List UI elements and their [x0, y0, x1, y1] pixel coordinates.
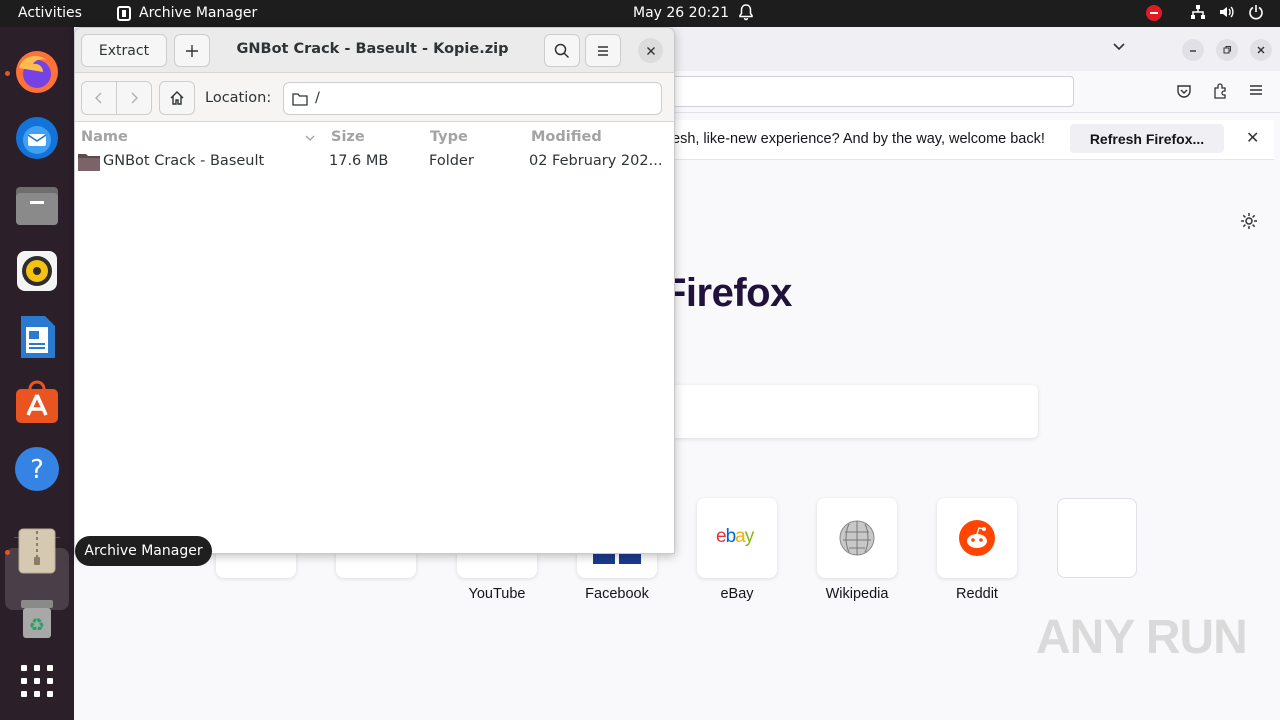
dock-archive-manager-icon[interactable]	[13, 527, 61, 575]
column-header-type[interactable]: Type	[430, 129, 468, 145]
column-header-size[interactable]: Size	[331, 129, 365, 145]
svg-text:?: ?	[30, 455, 44, 485]
row-name: GNBot Crack - Baseult	[103, 153, 265, 169]
ebay-logo: ebay	[716, 526, 754, 547]
svg-text:♻: ♻	[29, 615, 45, 636]
forward-button[interactable]	[116, 81, 152, 115]
search-box[interactable]	[654, 385, 1038, 438]
window-title: GNBot Crack - Baseult - Kopie.zip	[236, 41, 509, 57]
archive-manager-window: Extract GNBot Crack - Baseult - Kopie.zi…	[74, 27, 675, 554]
location-field[interactable]: /	[283, 82, 662, 115]
row-type: Folder	[429, 153, 474, 169]
column-header-modified[interactable]: Modified	[531, 129, 602, 145]
url-bar[interactable]	[654, 76, 1074, 107]
list-tabs-icon[interactable]	[1112, 39, 1126, 57]
archive-manager-app-icon	[117, 6, 131, 21]
chevron-left-icon	[95, 92, 102, 104]
row-modified: 02 February 202...	[529, 153, 663, 169]
dock-rhythmbox-icon[interactable]	[13, 247, 61, 295]
search-button[interactable]	[544, 34, 580, 67]
restore-icon[interactable]	[1216, 39, 1238, 61]
dock-show-apps-icon[interactable]	[13, 657, 61, 705]
table-row[interactable]: GNBot Crack - Baseult 17.6 MB Folder 02 …	[75, 149, 674, 175]
network-icon[interactable]	[1190, 4, 1206, 24]
notification-close-icon[interactable]: ✕	[1246, 128, 1259, 147]
close-icon	[646, 46, 655, 55]
facebook-logo-fragment	[593, 554, 615, 564]
reddit-icon	[959, 520, 995, 556]
shortcut-label-youtube: YouTube	[468, 586, 526, 602]
do-not-disturb-icon[interactable]	[1146, 5, 1162, 21]
volume-icon[interactable]	[1218, 4, 1236, 24]
facebook-logo-fragment	[619, 554, 641, 564]
menu-icon[interactable]	[1249, 83, 1263, 101]
power-icon[interactable]	[1248, 4, 1264, 24]
shortcut-tile-wikipedia[interactable]	[817, 498, 897, 578]
activities-button[interactable]: Activities	[18, 5, 82, 21]
window-close-icon[interactable]	[1250, 39, 1272, 61]
dock-thunderbird-icon[interactable]	[13, 114, 61, 162]
shortcut-label-facebook: Facebook	[585, 586, 649, 602]
shortcut-tile-ebay[interactable]: ebay	[697, 498, 777, 578]
clock[interactable]: May 26 20:21	[633, 5, 729, 21]
pocket-icon[interactable]	[1176, 83, 1192, 103]
header-bar: Extract GNBot Crack - Baseult - Kopie.zi…	[75, 28, 674, 73]
extensions-icon[interactable]	[1212, 82, 1228, 104]
shortcut-label-wikipedia: Wikipedia	[825, 586, 889, 602]
dock-firefox-icon[interactable]	[13, 48, 61, 96]
folder-icon	[78, 154, 100, 171]
anyrun-watermark: ANY RUN	[1036, 611, 1248, 664]
dock-software-icon[interactable]	[13, 379, 61, 427]
location-label: Location:	[205, 90, 272, 106]
back-button[interactable]	[81, 81, 117, 115]
sort-chevron-down-icon	[304, 131, 316, 147]
folder-icon	[292, 93, 308, 106]
location-toolbar: Location: /	[75, 73, 674, 122]
wikipedia-globe-icon	[839, 520, 875, 556]
top-bar: Activities Archive Manager May 26 20:21	[0, 0, 1280, 27]
app-menu[interactable]: Archive Manager	[139, 5, 257, 21]
dock-help-icon[interactable]: ?	[13, 445, 61, 493]
home-icon	[170, 91, 184, 105]
column-header-name[interactable]: Name	[81, 129, 128, 145]
plus-icon	[186, 44, 198, 57]
home-button[interactable]	[159, 81, 195, 115]
row-size: 17.6 MB	[329, 153, 389, 169]
add-files-button[interactable]	[174, 34, 210, 67]
settings-gear-icon[interactable]	[1240, 212, 1258, 234]
dock: ? ♻	[0, 27, 74, 720]
refresh-firefox-button[interactable]: Refresh Firefox...	[1070, 124, 1224, 153]
running-indicator	[5, 71, 10, 76]
dock-writer-icon[interactable]	[13, 313, 61, 361]
chevron-right-icon	[131, 92, 138, 104]
shortcut-tile-empty[interactable]	[1057, 498, 1137, 578]
dock-tooltip: Archive Manager	[75, 536, 212, 566]
hamburger-icon	[598, 45, 608, 56]
extract-button[interactable]: Extract	[81, 34, 167, 67]
close-button[interactable]	[638, 38, 663, 63]
running-indicator	[5, 550, 10, 555]
shortcut-label-reddit: Reddit	[956, 586, 998, 602]
search-icon	[554, 43, 570, 58]
dock-files-icon[interactable]	[13, 181, 61, 229]
firefox-wordmark: Firefox	[662, 271, 792, 315]
shortcut-tile-reddit[interactable]	[937, 498, 1017, 578]
minimize-icon[interactable]	[1182, 39, 1204, 61]
dock-trash-icon[interactable]: ♻	[13, 594, 61, 642]
notification-text: esh, like-new experience? And by the way…	[672, 131, 1045, 147]
location-value: /	[315, 90, 320, 106]
shortcut-label-ebay: eBay	[720, 586, 754, 602]
main-menu-button[interactable]	[585, 34, 621, 67]
bell-icon	[738, 3, 754, 25]
